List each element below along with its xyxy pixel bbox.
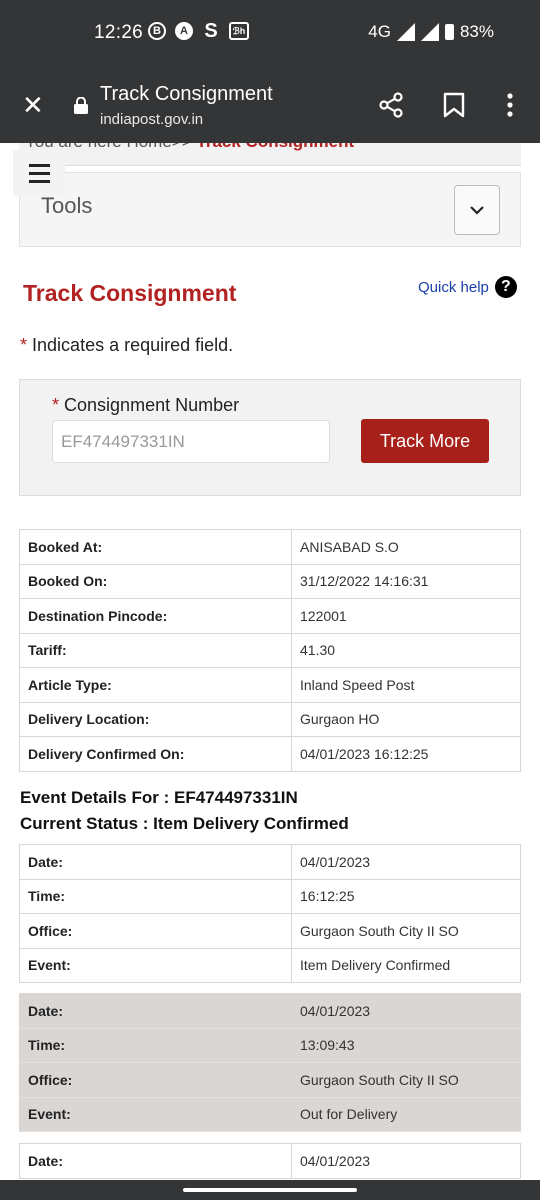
event-date-value: 04/01/2023 xyxy=(291,1143,521,1179)
table-row: Date: 04/01/2023 xyxy=(19,1143,521,1179)
table-row: Delivery Location: Gurgaon HO xyxy=(19,701,521,737)
table-row: Booked At: ANISABAD S.O xyxy=(19,529,521,565)
event-event-label: Event: xyxy=(19,947,292,983)
event-time-label: Time: xyxy=(19,1027,292,1063)
page-url[interactable]: indiapost.gov.in xyxy=(100,111,203,128)
battery-level: 83% xyxy=(459,22,494,41)
table-row: Event: Out for Delivery xyxy=(19,1096,521,1132)
event-event-label: Event: xyxy=(19,1096,292,1132)
event-office-label: Office: xyxy=(19,1062,292,1098)
event-date-label: Date: xyxy=(19,1143,292,1179)
required-asterisk: * xyxy=(20,335,28,355)
delivery-location-label: Delivery Location: xyxy=(19,701,292,737)
bookmark-icon[interactable] xyxy=(443,92,465,123)
article-type-label: Article Type: xyxy=(19,667,292,703)
tools-label: Tools xyxy=(41,193,93,218)
delivery-confirmed-value: 04/01/2023 16:12:25 xyxy=(291,736,521,772)
table-row: Office: Gurgaon South City II SO xyxy=(19,1062,521,1098)
chevron-down-icon[interactable] xyxy=(454,185,500,235)
lock-icon xyxy=(74,96,88,119)
tariff-value: 41.30 xyxy=(291,632,521,668)
notification-icons: B A S ℬh xyxy=(148,19,249,42)
event-date-value: 04/01/2023 xyxy=(291,844,521,880)
s-app-icon: S xyxy=(204,19,218,42)
navigation-bar xyxy=(0,1180,540,1200)
section-heading: Track Consignment xyxy=(23,280,237,306)
table-row: Tariff: 41.30 xyxy=(19,632,521,668)
booked-on-value: 31/12/2022 14:16:31 xyxy=(291,563,521,599)
destination-pincode-label: Destination Pincode: xyxy=(19,598,292,634)
consignment-form: * Consignment Number Track More xyxy=(19,379,521,496)
more-options-icon[interactable] xyxy=(506,92,514,123)
event-table: Date: 04/01/2023 xyxy=(19,1143,521,1179)
required-note-text: Indicates a required field. xyxy=(32,335,234,355)
event-table: Date: 04/01/2023 Time: 16:12:25 Office: Gur… xyxy=(19,844,521,983)
hamburger-menu-icon[interactable] xyxy=(13,150,65,196)
table-row: Time: 13:09:43 xyxy=(19,1027,521,1063)
share-icon[interactable] xyxy=(378,92,404,123)
breadcrumb-current: Track Consignment xyxy=(196,143,354,151)
table-row: Booked On: 31/12/2022 14:16:31 xyxy=(19,563,521,599)
event-event-value: Item Delivery Confirmed xyxy=(291,947,521,983)
table-row: Delivery Confirmed On: 04/01/2023 16:12:2… xyxy=(19,736,521,772)
event-table: Date: 04/01/2023 Time: 13:09:43 Office: Gur… xyxy=(19,993,521,1132)
event-office-label: Office: xyxy=(19,913,292,949)
table-row: Date: 04/01/2023 xyxy=(19,844,521,880)
a-app-icon: A xyxy=(175,22,193,40)
table-row: Destination Pincode: 122001 xyxy=(19,598,521,634)
current-status: Current Status : Item Delivery Confirmed xyxy=(20,814,349,833)
status-bar: 12:26 B A S ℬh 4G 83% xyxy=(0,0,540,68)
event-event-value: Out for Delivery xyxy=(291,1096,521,1132)
table-row: Office: Gurgaon South City II SO xyxy=(19,913,521,949)
event-time-label: Time: xyxy=(19,878,292,914)
tools-panel[interactable]: Tools xyxy=(19,172,521,247)
event-time-value: 16:12:25 xyxy=(291,878,521,914)
event-office-value: Gurgaon South City II SO xyxy=(291,913,521,949)
home-gesture-handle[interactable] xyxy=(183,1188,357,1192)
required-field-note: * Indicates a required field. xyxy=(20,335,233,356)
tariff-label: Tariff: xyxy=(19,632,292,668)
battery-icon xyxy=(444,24,454,40)
booking-details-table: Booked At: ANISABAD S.O Booked On: 31/12/2… xyxy=(19,529,521,772)
event-office-value: Gurgaon South City II SO xyxy=(291,1062,521,1098)
breadcrumb: You are here Home>> Track Consignment xyxy=(19,143,521,166)
consignment-label-text: Consignment Number xyxy=(64,395,240,415)
event-date-label: Date: xyxy=(19,993,292,1029)
table-row: Date: 04/01/2023 xyxy=(19,993,521,1029)
delivery-location-value: Gurgaon HO xyxy=(291,701,521,737)
close-icon[interactable]: ✕ xyxy=(22,92,44,118)
event-time-value: 13:09:43 xyxy=(291,1027,521,1063)
consignment-number-input[interactable] xyxy=(52,420,330,463)
signal-icon-2 xyxy=(420,23,439,41)
delivery-confirmed-label: Delivery Confirmed On: xyxy=(19,736,292,772)
b-app-icon: B xyxy=(148,22,166,40)
quick-help-link[interactable]: Quick help ? xyxy=(418,276,517,298)
track-more-button[interactable]: Track More xyxy=(361,419,489,463)
event-date-label: Date: xyxy=(19,844,292,880)
system-indicators: 4G 83% xyxy=(368,22,494,42)
table-row: Event: Item Delivery Confirmed xyxy=(19,947,521,983)
table-row: Article Type: Inland Speed Post xyxy=(19,667,521,703)
booked-at-label: Booked At: xyxy=(19,529,292,565)
clock: 12:26 xyxy=(94,22,144,43)
event-details-title: Event Details For : EF474497331IN xyxy=(20,788,298,807)
consignment-number-label: * Consignment Number xyxy=(52,395,239,416)
signal-icon xyxy=(396,23,415,41)
network-type: 4G xyxy=(368,22,391,41)
required-asterisk: * xyxy=(52,395,60,415)
table-row: Time: 16:12:25 xyxy=(19,878,521,914)
quick-help-label[interactable]: Quick help xyxy=(418,279,489,296)
event-date-value: 04/01/2023 xyxy=(291,993,521,1029)
help-icon[interactable]: ? xyxy=(494,276,517,298)
browser-toolbar: ✕ Track Consignment indiapost.gov.in xyxy=(0,68,540,143)
article-type-value: Inland Speed Post xyxy=(291,667,521,703)
destination-pincode-value: 122001 xyxy=(291,598,521,634)
booked-on-label: Booked On: xyxy=(19,563,292,599)
booked-at-value: ANISABAD S.O xyxy=(291,529,521,565)
bh-app-icon: ℬh xyxy=(229,22,249,40)
page-title[interactable]: Track Consignment xyxy=(100,83,273,106)
